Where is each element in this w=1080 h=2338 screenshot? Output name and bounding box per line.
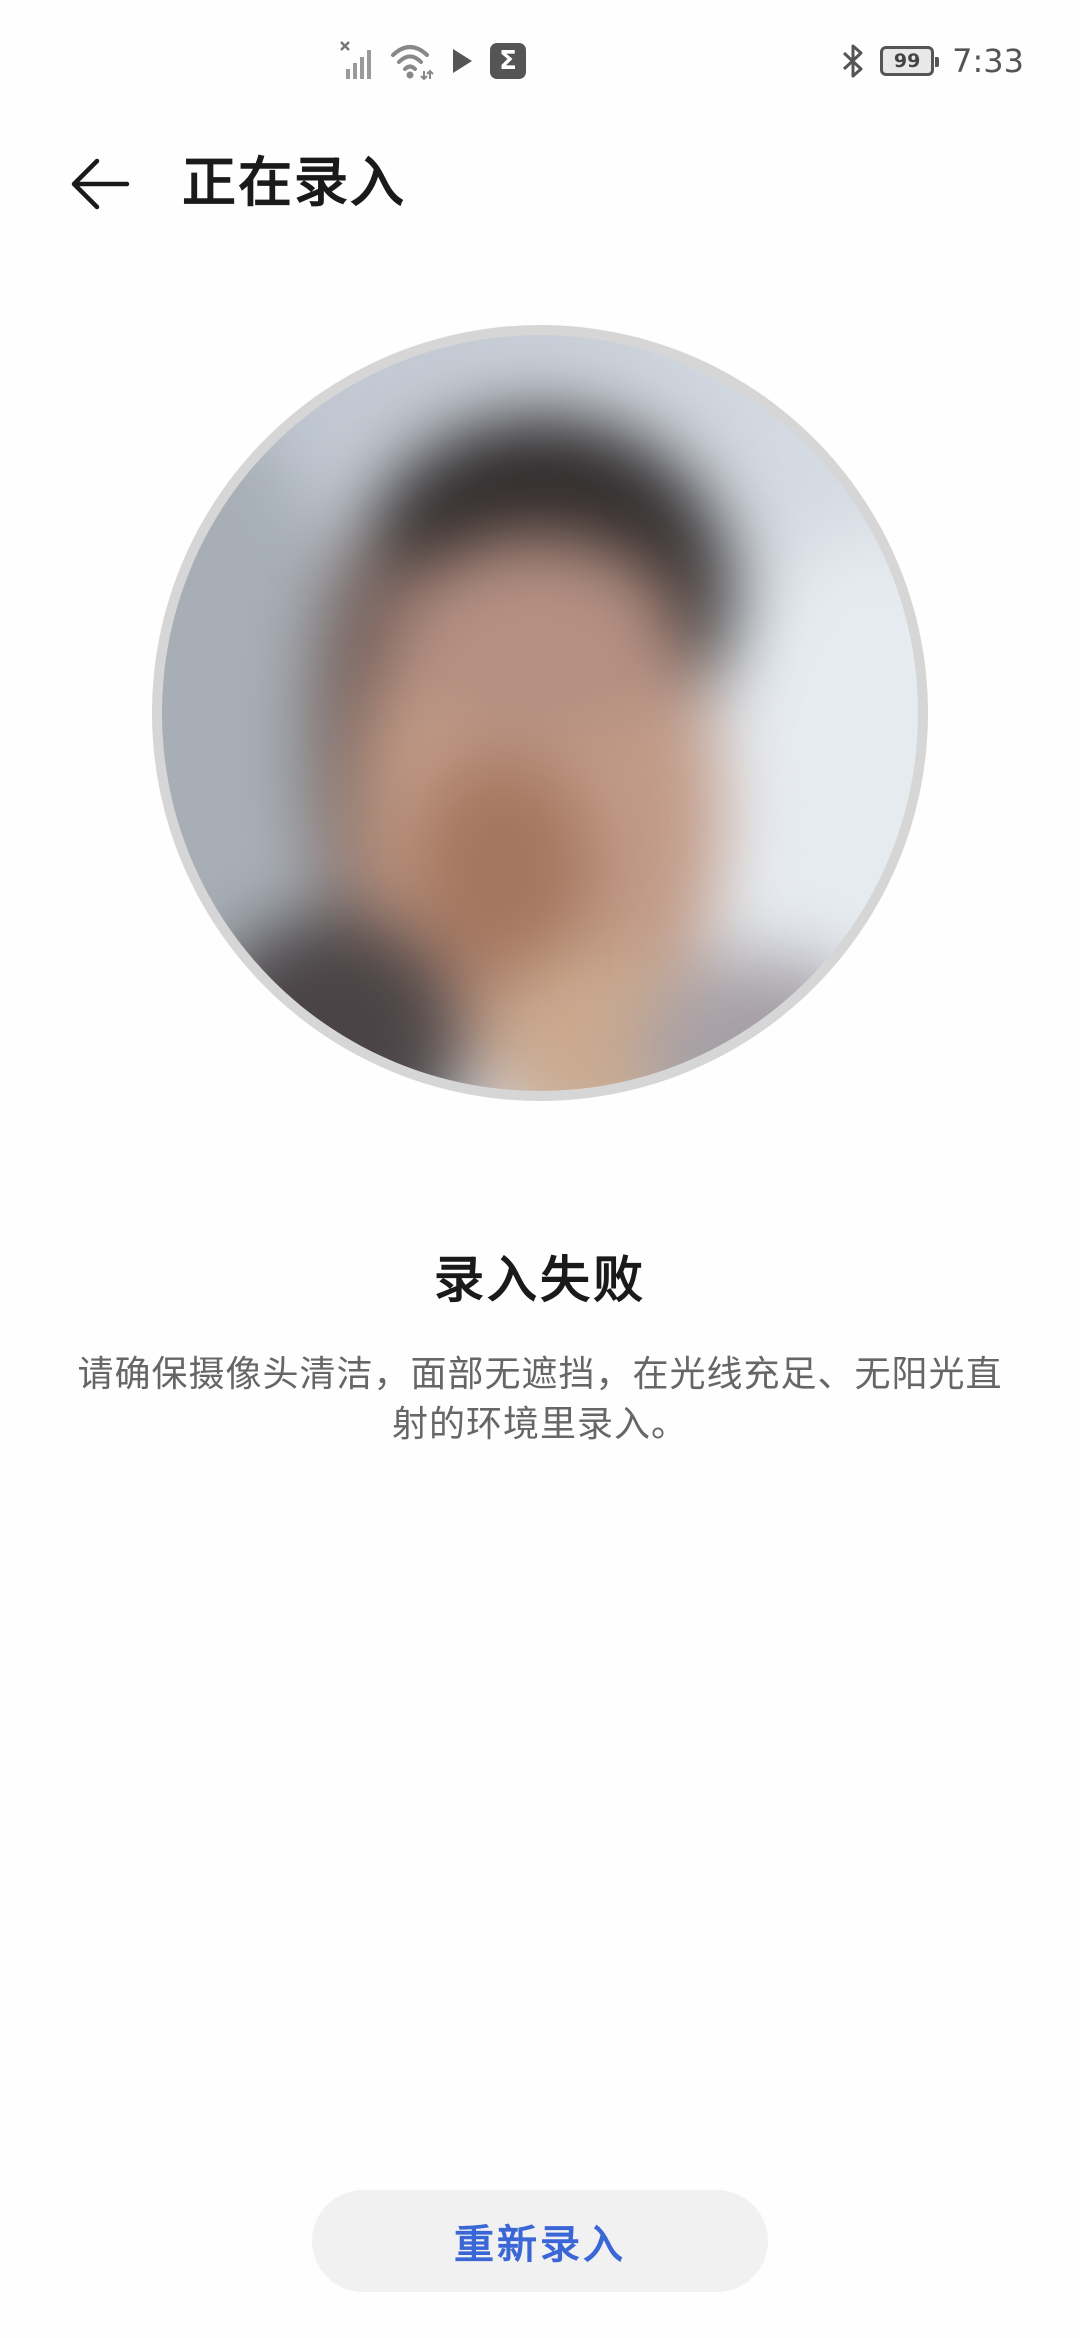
sigma-icon: Σ xyxy=(490,43,526,79)
result-description: 请确保摄像头清洁，面部无遮挡，在光线充足、无阳光直射的环境里录入。 xyxy=(77,1354,1003,1445)
page-title: 正在录入 xyxy=(182,151,406,214)
arrow-left-icon xyxy=(71,158,130,210)
retry-enroll-button[interactable]: 重新录入 xyxy=(312,2190,768,2292)
wifi-icon xyxy=(390,41,434,81)
no-signal-icon xyxy=(340,41,376,81)
app-header: 正在录入 xyxy=(0,120,1080,240)
status-icons-right: 99 7:33 xyxy=(840,36,1024,86)
face-preview-ring xyxy=(152,325,928,1101)
status-icons-center: Σ xyxy=(340,36,526,86)
blurred-face-image xyxy=(162,335,918,1091)
battery-level: 99 xyxy=(893,49,921,72)
face-preview xyxy=(162,335,918,1091)
battery-icon: 99 xyxy=(880,46,940,76)
status-time: 7:33 xyxy=(952,42,1024,80)
result-title: 录入失败 xyxy=(434,1251,646,1309)
back-button[interactable] xyxy=(60,144,140,224)
status-bar: Σ 99 7:33 xyxy=(0,0,1080,120)
face-enroll-screen: Σ 99 7:33 正在录入 录入失败 请确保摄像头清洁，面部无遮挡，在光线充足… xyxy=(0,0,1080,2338)
bluetooth-icon xyxy=(840,41,866,81)
play-icon xyxy=(448,45,476,77)
